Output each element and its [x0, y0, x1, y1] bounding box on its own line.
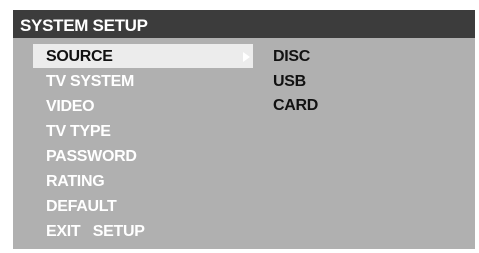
menu-item-rating[interactable]: RATING [33, 169, 253, 193]
setup-menu-screen: SYSTEM SETUP SOURCE TV SYSTEM VIDEO TV T… [13, 10, 475, 249]
submenu-option-card[interactable]: CARD [273, 96, 318, 116]
menu-item-tv-type[interactable]: TV TYPE [33, 119, 253, 143]
menu-item-label: PASSWORD [46, 148, 137, 165]
arrow-right-icon [243, 52, 250, 62]
menu-item-label: VIDEO [46, 98, 95, 115]
menu-item-password[interactable]: PASSWORD [33, 144, 253, 168]
menu-title: SYSTEM SETUP [20, 16, 148, 35]
menu-item-label: TV SYSTEM [46, 73, 134, 90]
menu-item-label: TV TYPE [46, 123, 111, 140]
menu-item-label: RATING [46, 173, 105, 190]
submenu-option-usb[interactable]: USB [273, 72, 306, 92]
menu-item-label: SOURCE [46, 48, 113, 65]
menu-item-video[interactable]: VIDEO [33, 94, 253, 118]
menu-item-tv-system[interactable]: TV SYSTEM [33, 69, 253, 93]
menu-item-label: DEFAULT [46, 198, 117, 215]
menu-item-source[interactable]: SOURCE [33, 44, 253, 68]
menu-item-default[interactable]: DEFAULT [33, 194, 253, 218]
submenu-option-disc[interactable]: DISC [273, 47, 310, 67]
menu-item-label: EXIT SETUP [46, 223, 145, 240]
title-bar: SYSTEM SETUP [13, 10, 475, 38]
menu-item-exit-setup[interactable]: EXIT SETUP [33, 219, 253, 243]
